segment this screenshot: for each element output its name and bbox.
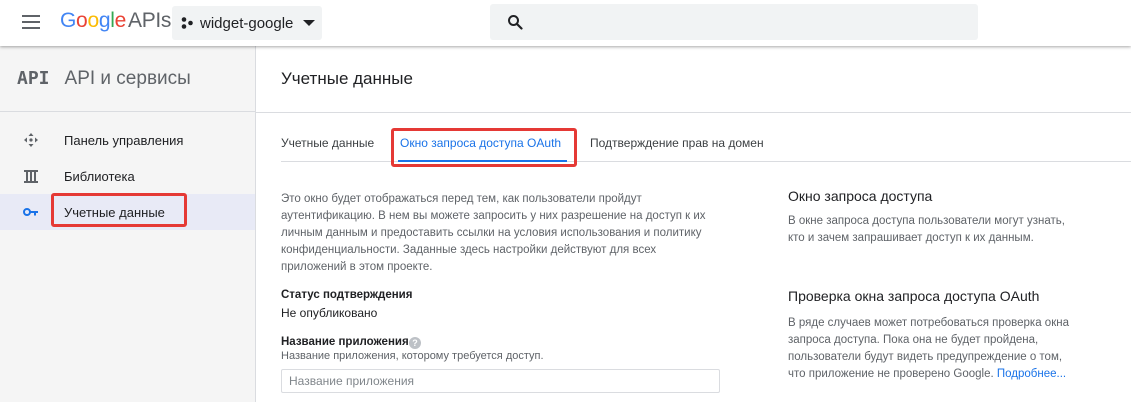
key-icon: [22, 203, 40, 221]
active-tab-indicator: [398, 160, 567, 162]
api-logo-icon: API: [17, 68, 50, 89]
logo-letter: e: [114, 9, 127, 32]
sidebar: API API и сервисы Панель управления Библ…: [0, 46, 256, 402]
search-icon: [508, 15, 523, 30]
app-name-hint: Название приложения, которому требуется …: [281, 350, 544, 362]
main-menu-icon[interactable]: [22, 15, 42, 29]
search-input[interactable]: [538, 4, 968, 40]
chevron-down-icon: [303, 20, 316, 26]
sidebar-item-label: Библиотека: [64, 168, 135, 184]
search-bar[interactable]: [490, 4, 978, 40]
tab-bar: Учетные данные Окно запроса доступа OAut…: [281, 132, 1131, 162]
sidebar-header: API API и сервисы: [0, 46, 255, 112]
sidebar-item-label: Учетные данные: [64, 204, 165, 220]
main-content: Учетные данные Учетные данные Окно запро…: [256, 46, 1131, 402]
sidebar-item-credentials[interactable]: Учетные данные: [0, 194, 255, 230]
sidebar-item-library[interactable]: Библиотека: [0, 158, 255, 194]
divider: [256, 112, 1131, 113]
app-name-input[interactable]: [281, 369, 720, 393]
project-dots-icon: [181, 17, 193, 29]
logo-letter: G: [60, 9, 77, 32]
help-icon[interactable]: ?: [409, 337, 421, 349]
side-text-verification: В ряде случаев может потребоваться прове…: [788, 315, 1078, 383]
app-name-label: Название приложения: [281, 336, 409, 348]
google-apis-logo[interactable]: GoogleAPIs: [60, 9, 171, 33]
tab-domain-verification[interactable]: Подтверждение прав на домен: [590, 136, 764, 150]
project-name: widget-google: [200, 14, 294, 32]
project-selector[interactable]: widget-google: [172, 6, 322, 40]
side-heading-consent: Окно запроса доступа: [788, 188, 933, 204]
top-bar: GoogleAPIs widget-google: [0, 0, 1131, 46]
dashboard-icon: [22, 131, 40, 149]
consent-description: Это окно будет отображаться перед тем, к…: [281, 193, 706, 273]
sidebar-item-dashboard[interactable]: Панель управления: [0, 122, 255, 158]
side-heading-verification: Проверка окна запроса доступа OAuth: [788, 288, 1040, 304]
status-value: Не опубликовано: [281, 306, 378, 320]
learn-more-link[interactable]: Подробнее...: [997, 368, 1066, 380]
sidebar-nav: Панель управления Библиотека Учетные дан…: [0, 122, 255, 230]
page-title: Учетные данные: [281, 69, 413, 88]
library-icon: [22, 167, 40, 185]
logo-letter: o: [87, 9, 99, 32]
logo-letter: g: [98, 9, 111, 32]
logo-letter: o: [76, 9, 88, 32]
sidebar-title: API и сервисы: [64, 67, 191, 89]
status-label: Статус подтверждения: [281, 289, 413, 301]
logo-apis-text: APIs: [127, 9, 172, 32]
tab-oauth-consent[interactable]: Окно запроса доступа OAuth: [400, 136, 561, 150]
sidebar-item-label: Панель управления: [64, 132, 184, 148]
side-text-consent: В окне запроса доступа пользователи могу…: [788, 215, 1065, 244]
tab-credentials[interactable]: Учетные данные: [281, 136, 374, 150]
